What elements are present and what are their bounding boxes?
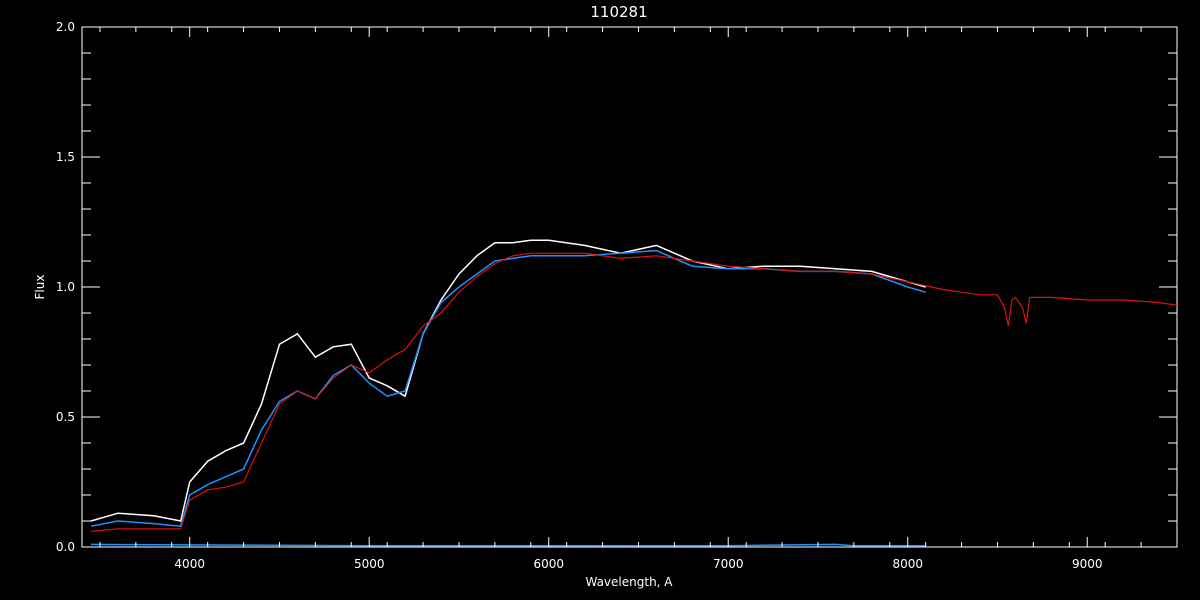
series-line-1 <box>90 249 926 528</box>
x-tick-label: 4000 <box>174 557 205 571</box>
chart-title: 110281 <box>590 3 647 21</box>
series-line-2 <box>90 252 1177 532</box>
spectrum-chart: 110281 4000 5000 6000 7000 8000 9000 0.0 0.5 1.0… <box>33 3 1178 589</box>
y-axis-label: Flux <box>33 275 47 300</box>
y-tick-label: 0.0 <box>56 540 75 554</box>
y-tick-label: 0.5 <box>56 410 75 424</box>
x-axis-label: Wavelength, A <box>585 575 673 589</box>
plot-frame <box>81 26 1178 548</box>
x-tick-label: 5000 <box>354 557 385 571</box>
y-tick-label: 1.5 <box>56 150 75 164</box>
x-tick-label: 7000 <box>713 557 744 571</box>
series-layer <box>90 239 1177 547</box>
series-line-3 <box>90 543 926 547</box>
axis-ticks: 4000 5000 6000 7000 8000 9000 0.0 0.5 1.0 1.5 2.0 <box>56 20 1178 571</box>
x-tick-label: 6000 <box>533 557 564 571</box>
y-tick-label: 1.0 <box>56 280 75 294</box>
y-tick-label: 2.0 <box>56 20 75 34</box>
series-line-0 <box>90 239 926 522</box>
x-tick-label: 8000 <box>892 557 923 571</box>
x-tick-label: 9000 <box>1072 557 1103 571</box>
